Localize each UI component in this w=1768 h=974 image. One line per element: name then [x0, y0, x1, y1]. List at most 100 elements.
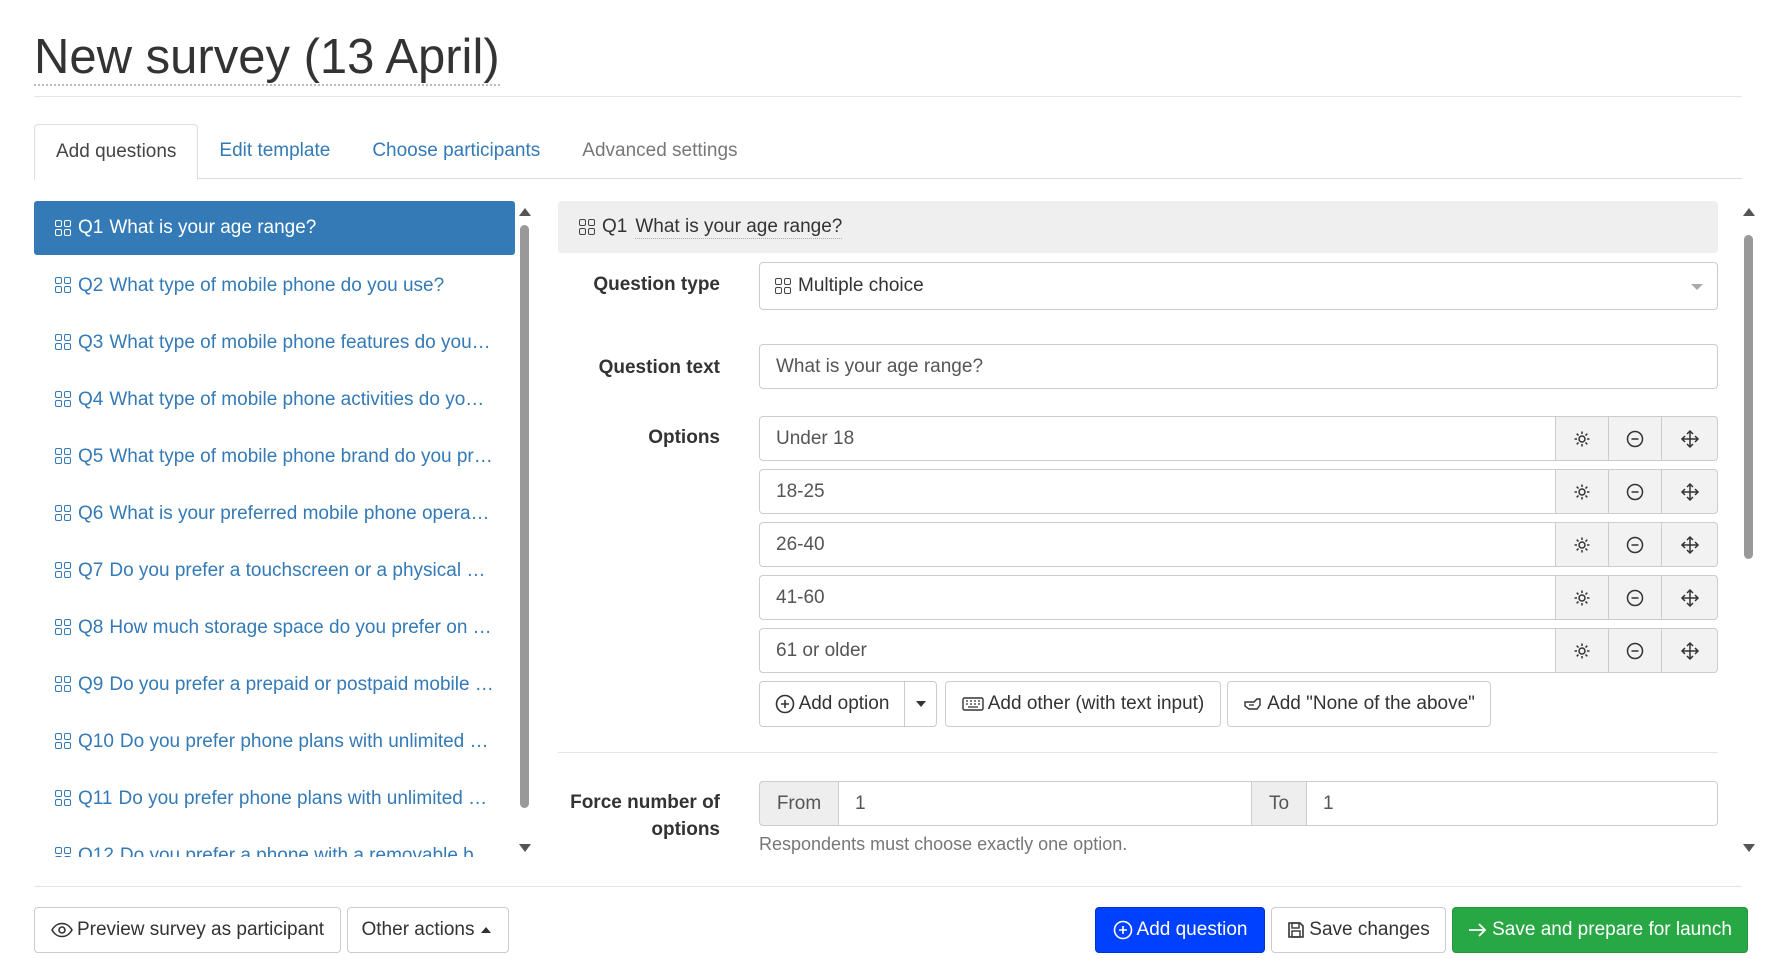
scrollbar-thumb[interactable] [1744, 235, 1753, 559]
question-list-item[interactable]: Q9 Do you prefer a prepaid or postpaid mo… [34, 656, 515, 713]
minus-circle-icon [1626, 642, 1644, 660]
option-input[interactable]: Under 18 [759, 416, 1556, 461]
multiple-choice-icon [54, 561, 73, 580]
minus-circle-icon [1626, 589, 1644, 607]
question-title: What type of mobile phone do you use? [109, 274, 445, 296]
question-number: Q8 [78, 616, 104, 638]
question-editor-header: Q1 What is your age range? [558, 201, 1718, 253]
option-input[interactable]: 26-40 [759, 522, 1556, 567]
other-actions-button[interactable]: Other actions [347, 907, 509, 953]
add-option-label: Add option [798, 693, 890, 714]
gear-icon [1573, 430, 1591, 448]
question-list-item[interactable]: Q1 What is your age range? [34, 201, 515, 255]
add-question-button[interactable]: Add question [1095, 907, 1265, 953]
option-input[interactable]: 18-25 [759, 469, 1556, 514]
option-input[interactable]: 41-60 [759, 575, 1556, 620]
tab-advanced-settings[interactable]: Advanced settings [561, 124, 758, 179]
multiple-choice-icon [54, 846, 73, 857]
multiple-choice-icon [54, 276, 73, 295]
question-number: Q10 [78, 730, 114, 752]
question-number: Q5 [78, 445, 104, 467]
scrollbar-thumb[interactable] [520, 225, 529, 808]
question-list-item[interactable]: Q3 What type of mobile phone features do … [34, 314, 515, 371]
question-type-select[interactable]: Multiple choice [759, 262, 1718, 310]
option-input[interactable]: 61 or older [759, 628, 1556, 673]
option-settings-button[interactable] [1556, 416, 1609, 461]
option-settings-button[interactable] [1556, 575, 1609, 620]
plus-circle-icon [1113, 920, 1132, 940]
tab-edit-template[interactable]: Edit template [198, 124, 351, 179]
multiple-choice-icon [54, 390, 73, 409]
question-list-item[interactable]: Q4 What type of mobile phone activities d… [34, 371, 515, 428]
scroll-down-arrow[interactable] [1743, 844, 1755, 852]
multiple-choice-icon [54, 789, 73, 808]
option-settings-button[interactable] [1556, 628, 1609, 673]
option-row: 26-40 [759, 522, 1718, 567]
tab-bar: Add questions Edit template Choose parti… [34, 124, 1742, 180]
question-list-item[interactable]: Q2 What type of mobile phone do you use? [34, 257, 515, 314]
tab-choose-participants[interactable]: Choose participants [351, 124, 561, 179]
question-list-item[interactable]: Q10 Do you prefer phone plans with unlimi… [34, 713, 515, 770]
question-number: Q4 [78, 388, 104, 410]
option-remove-button[interactable] [1609, 522, 1662, 567]
question-number: Q7 [78, 559, 104, 581]
scroll-up-arrow[interactable] [1743, 208, 1755, 216]
multiple-choice-icon [54, 618, 73, 637]
add-option-dropdown-toggle[interactable] [904, 681, 937, 727]
question-list-item[interactable]: Q5 What type of mobile phone brand do you… [34, 428, 515, 485]
scroll-up-arrow[interactable] [519, 208, 531, 216]
plus-circle-icon [775, 694, 794, 714]
save-changes-button[interactable]: Save changes [1271, 907, 1446, 953]
scroll-down-arrow[interactable] [519, 844, 531, 852]
option-remove-button[interactable] [1609, 575, 1662, 620]
add-none-of-the-above-button[interactable]: Add "None of the above" [1227, 681, 1491, 727]
option-drag-handle[interactable] [1662, 575, 1718, 620]
multiple-choice-icon [54, 675, 73, 694]
option-settings-button[interactable] [1556, 469, 1609, 514]
question-list-item[interactable]: Q12 Do you prefer a phone with a removabl… [34, 827, 515, 857]
eye-icon [51, 922, 73, 938]
question-list-scrollbar[interactable] [518, 201, 532, 857]
question-number: Q3 [78, 331, 104, 353]
page-title-text[interactable]: New survey (13 April) [34, 30, 500, 86]
question-title: What is your preferred mobile phone oper… [109, 502, 490, 524]
move-icon [1680, 641, 1700, 661]
question-text-label: Question text [598, 357, 720, 378]
question-number: Q9 [78, 673, 104, 695]
editor-scrollbar[interactable] [1742, 201, 1756, 857]
minus-circle-icon [1626, 536, 1644, 554]
gear-icon [1573, 536, 1591, 554]
question-list-item[interactable]: Q6 What is your preferred mobile phone op… [34, 485, 515, 542]
add-other-button[interactable]: Add other (with text input) [945, 681, 1221, 727]
question-title: Do you prefer a touchscreen or a physica… [109, 559, 486, 581]
tab-add-questions[interactable]: Add questions [34, 124, 199, 180]
option-remove-button[interactable] [1609, 469, 1662, 514]
to-addon: To [1251, 781, 1307, 826]
preview-survey-button[interactable]: Preview survey as participant [34, 907, 341, 953]
save-and-launch-button[interactable]: Save and prepare for launch [1452, 907, 1748, 953]
option-remove-button[interactable] [1609, 628, 1662, 673]
from-input[interactable] [838, 781, 1252, 826]
option-drag-handle[interactable] [1662, 522, 1718, 567]
question-title: How much storage space do you prefer on … [109, 616, 492, 638]
option-settings-button[interactable] [1556, 522, 1609, 567]
question-header-number: Q1 [602, 216, 628, 237]
save-and-launch-label: Save and prepare for launch [1492, 919, 1732, 940]
question-list-item[interactable]: Q8 How much storage space do you prefer o… [34, 599, 515, 656]
question-text-input[interactable] [759, 344, 1718, 389]
section-divider [558, 752, 1718, 753]
option-drag-handle[interactable] [1662, 628, 1718, 673]
add-option-button[interactable]: Add option [759, 681, 905, 727]
question-title: What is your age range? [109, 217, 317, 238]
question-list-item[interactable]: Q7 Do you prefer a touchscreen or a physi… [34, 542, 515, 599]
footer-divider [34, 886, 1742, 887]
option-drag-handle[interactable] [1662, 416, 1718, 461]
question-header-text[interactable]: What is your age range? [635, 216, 843, 239]
move-icon [1680, 535, 1700, 555]
question-list-item[interactable]: Q11 Do you prefer phone plans with unlimi… [34, 770, 515, 827]
option-remove-button[interactable] [1609, 416, 1662, 461]
to-input[interactable] [1306, 781, 1718, 826]
option-drag-handle[interactable] [1662, 469, 1718, 514]
question-number: Q12 [78, 844, 114, 858]
chevron-down-icon [1691, 284, 1703, 290]
